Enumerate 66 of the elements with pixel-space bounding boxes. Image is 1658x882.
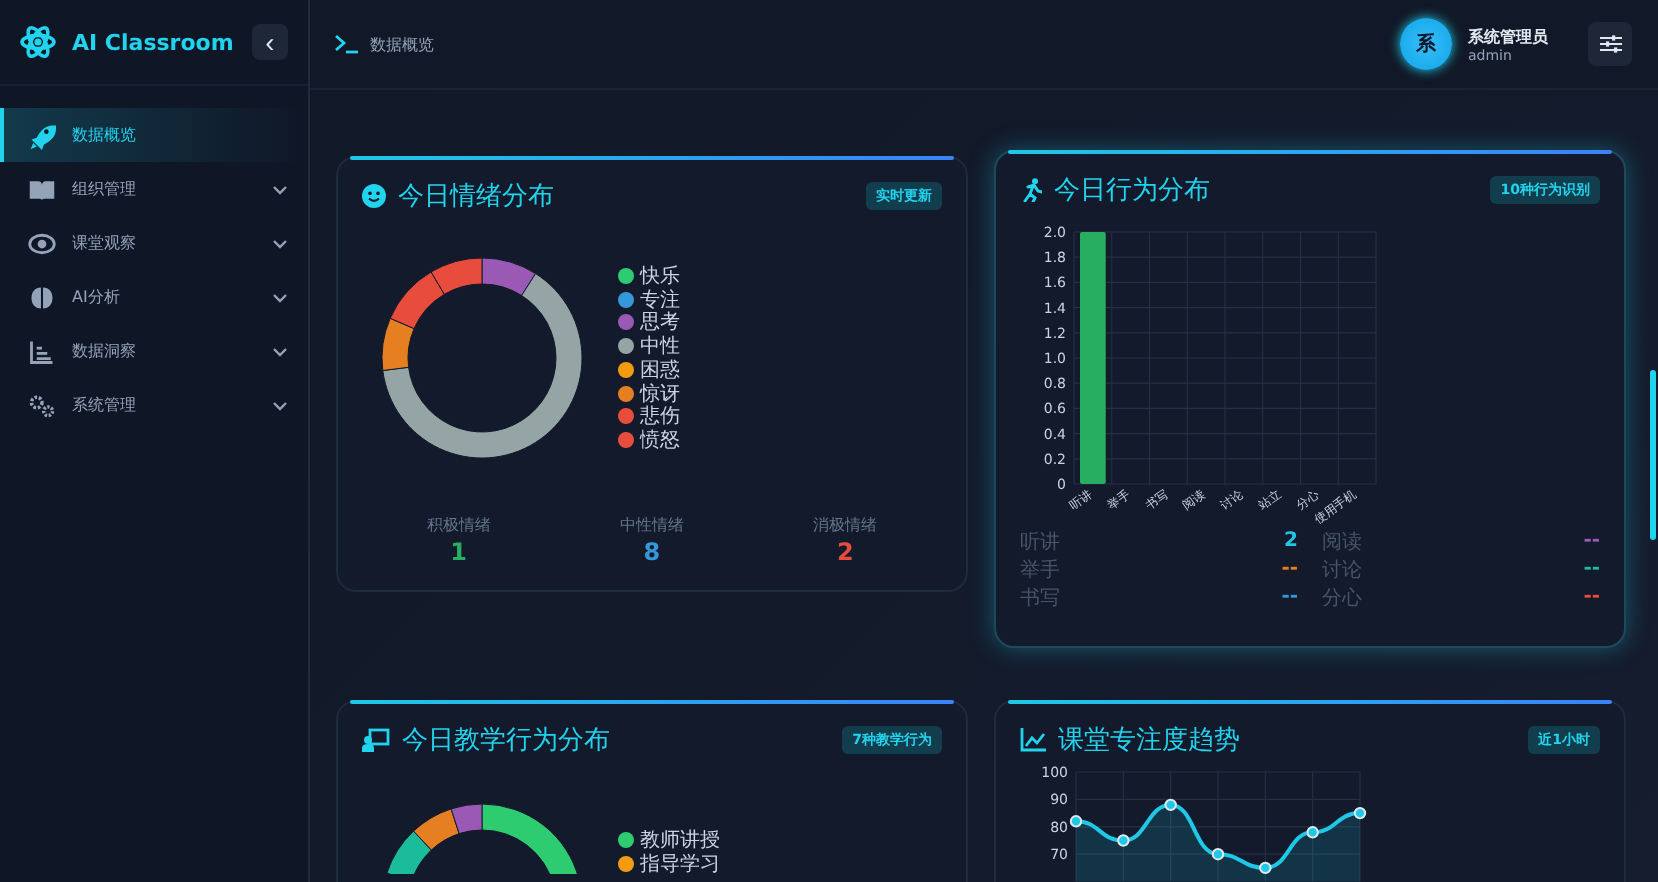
stat-label: 听讲 (1020, 529, 1060, 555)
running-person-icon (1020, 178, 1042, 202)
stat-value: 1 (450, 538, 467, 566)
stat-label: 中性情绪 (619, 514, 684, 536)
stat-label: 书写 (1020, 585, 1060, 611)
stat-value: -- (1583, 586, 1600, 608)
card-title: 今日教学行为分布 (402, 724, 610, 758)
stat-label: 积极情绪 (426, 514, 491, 536)
stat-value: -- (1583, 530, 1600, 552)
brain-icon (28, 283, 56, 311)
breadcrumb: 数据概览 (370, 33, 436, 55)
smiley-icon (362, 184, 386, 208)
menu-item[interactable]: AI分析 (0, 270, 308, 324)
data-point (1211, 848, 1225, 861)
legend-label: 惊讶 (640, 381, 680, 406)
stat-label: 阅读 (1322, 529, 1362, 555)
legend-label: 教师讲授 (640, 827, 720, 853)
user-name: 系统管理员 (1468, 25, 1548, 47)
legend-label: 愤怒 (640, 427, 680, 454)
stat-value: 2 (836, 538, 854, 566)
presentation-board-icon (362, 728, 390, 752)
atom-icon (20, 24, 56, 60)
data-point (1164, 798, 1177, 812)
collapse-button[interactable]: ‹ (252, 24, 288, 60)
data-point (1069, 815, 1083, 828)
scrollbar-thumb[interactable] (1650, 370, 1656, 540)
menu-item[interactable]: 数据洞察 (0, 324, 308, 378)
data-point (1117, 834, 1130, 847)
legend-label: 悲伤 (640, 403, 680, 429)
legend-label: 快乐 (640, 263, 680, 289)
donut-slice (413, 808, 460, 851)
rocket-icon (28, 121, 56, 149)
card-title: 今日情绪分布 (398, 180, 554, 214)
stat-label: 分心 (1322, 585, 1362, 611)
legend-label: 专注 (640, 287, 680, 312)
legend-label: 思考 (640, 309, 680, 335)
gears-icon (28, 391, 56, 419)
donut-slice (386, 830, 432, 874)
stat-value: -- (1281, 586, 1298, 608)
stat-value: -- (1583, 558, 1600, 580)
avatar: 系 (1400, 18, 1452, 70)
data-point (1306, 826, 1319, 839)
card-title: 课堂专注度趋势 (1058, 724, 1240, 758)
legend-label: 中性 (640, 333, 680, 359)
stat-value: -- (1281, 558, 1298, 580)
card-title: 今日行为分布 (1054, 174, 1210, 208)
stat-value: 8 (643, 538, 661, 566)
app-logo-text: AI Classroom (72, 29, 236, 55)
stat-value: 2 (1284, 530, 1298, 552)
terminal-prompt-icon (334, 34, 358, 54)
stat-label: 消极情绪 (813, 514, 878, 536)
eye-icon (28, 229, 56, 257)
settings-button[interactable] (1588, 22, 1632, 66)
data-point (1353, 806, 1367, 820)
sliders-icon (1599, 34, 1621, 54)
legend-label: 指导学习 (640, 851, 720, 878)
data-point (1259, 861, 1272, 875)
stat-label: 举手 (1020, 557, 1060, 583)
line-chart-icon (1020, 728, 1046, 752)
menu-item[interactable]: 课堂观察 (0, 216, 308, 270)
bar-chart-icon (28, 337, 56, 365)
menu-item[interactable]: 系统管理 (0, 378, 308, 432)
stat-label: 讨论 (1322, 557, 1362, 583)
legend-label: 困惑 (640, 357, 680, 383)
book-icon (28, 175, 56, 203)
menu-item[interactable]: 组织管理 (0, 162, 308, 216)
